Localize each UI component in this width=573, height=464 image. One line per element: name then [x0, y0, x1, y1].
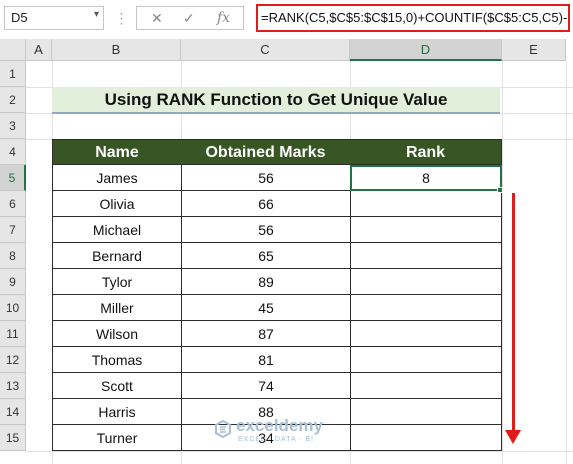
- arrowhead-icon: [505, 430, 521, 444]
- insert-function-icon[interactable]: fx: [217, 10, 230, 26]
- row-header[interactable]: 6: [0, 191, 26, 217]
- down-arrow-icon: [512, 193, 515, 433]
- grid-line: [26, 451, 573, 452]
- cell-name[interactable]: James: [52, 165, 182, 191]
- cancel-icon[interactable]: ✕: [151, 10, 163, 27]
- cell-name[interactable]: Turner: [52, 425, 182, 451]
- cell-name[interactable]: Bernard: [52, 243, 182, 269]
- grid-line: [566, 61, 567, 464]
- more-options-icon[interactable]: ⋮: [113, 6, 129, 30]
- name-box[interactable]: D5 ▾: [4, 6, 104, 30]
- select-all-corner[interactable]: [0, 39, 26, 61]
- cell-rank[interactable]: [350, 295, 502, 321]
- cell-name[interactable]: Miller: [52, 295, 182, 321]
- grid-line: [502, 61, 503, 464]
- row-header[interactable]: 1: [0, 61, 26, 87]
- cell-rank[interactable]: [350, 217, 502, 243]
- cell-marks[interactable]: 87: [181, 321, 351, 347]
- cell-rank[interactable]: [350, 243, 502, 269]
- header-rank[interactable]: Rank: [350, 139, 502, 165]
- formula-tools: ✕ ✓ fx: [136, 6, 244, 30]
- watermark-tagline: EXCEL · DATA · BI: [238, 436, 314, 443]
- column-header-d[interactable]: D: [350, 39, 502, 61]
- row-header[interactable]: 4: [0, 139, 26, 165]
- row-header[interactable]: 5: [0, 165, 26, 191]
- cell-rank[interactable]: [350, 321, 502, 347]
- cell-marks[interactable]: 81: [181, 347, 351, 373]
- header-obtained-marks[interactable]: Obtained Marks: [181, 139, 351, 165]
- enter-icon[interactable]: ✓: [183, 10, 195, 27]
- header-name[interactable]: Name: [52, 139, 182, 165]
- exceldemy-logo-icon: [215, 420, 231, 438]
- cell-name[interactable]: Scott: [52, 373, 182, 399]
- row-header[interactable]: 2: [0, 87, 26, 113]
- row-header[interactable]: 10: [0, 295, 26, 321]
- cell-marks[interactable]: 74: [181, 373, 351, 399]
- row-header[interactable]: 3: [0, 113, 26, 139]
- fill-handle[interactable]: [497, 187, 503, 193]
- cell-marks[interactable]: 56: [181, 217, 351, 243]
- cell-name[interactable]: Olivia: [52, 191, 182, 217]
- formula-input[interactable]: =RANK(C5,$C$5:$C$15,0)+COUNTIF($C$5:C5,C…: [256, 4, 570, 32]
- name-box-value: D5: [11, 10, 28, 25]
- cell-rank[interactable]: [350, 373, 502, 399]
- column-header-c[interactable]: C: [181, 39, 350, 61]
- sheet-title[interactable]: Using RANK Function to Get Unique Value: [52, 87, 500, 114]
- cell-marks[interactable]: 66: [181, 191, 351, 217]
- cell-name[interactable]: Harris: [52, 399, 182, 425]
- column-header-b[interactable]: B: [52, 39, 181, 61]
- row-header[interactable]: 11: [0, 321, 26, 347]
- watermark-name: exceldemy: [236, 416, 323, 435]
- cell-marks[interactable]: 65: [181, 243, 351, 269]
- active-cell-border: [350, 165, 502, 191]
- row-header[interactable]: 12: [0, 347, 26, 373]
- column-header-e[interactable]: E: [502, 39, 566, 61]
- row-header[interactable]: 15: [0, 425, 26, 451]
- row-header[interactable]: 9: [0, 269, 26, 295]
- row-header[interactable]: 8: [0, 243, 26, 269]
- cell-name[interactable]: Wilson: [52, 321, 182, 347]
- cell-name[interactable]: Tylor: [52, 269, 182, 295]
- cell-rank[interactable]: [350, 347, 502, 373]
- cell-rank[interactable]: [350, 269, 502, 295]
- cell-marks[interactable]: 45: [181, 295, 351, 321]
- watermark: exceldemy EXCEL · DATA · BI: [214, 416, 374, 446]
- cell-marks[interactable]: 89: [181, 269, 351, 295]
- cell-rank[interactable]: [350, 191, 502, 217]
- cell-marks[interactable]: 56: [181, 165, 351, 191]
- row-header[interactable]: 14: [0, 399, 26, 425]
- row-header[interactable]: 13: [0, 373, 26, 399]
- chevron-down-icon[interactable]: ▾: [94, 9, 99, 20]
- cell-name[interactable]: Michael: [52, 217, 182, 243]
- row-header[interactable]: 7: [0, 217, 26, 243]
- cell-name[interactable]: Thomas: [52, 347, 182, 373]
- column-header-a[interactable]: A: [26, 39, 52, 61]
